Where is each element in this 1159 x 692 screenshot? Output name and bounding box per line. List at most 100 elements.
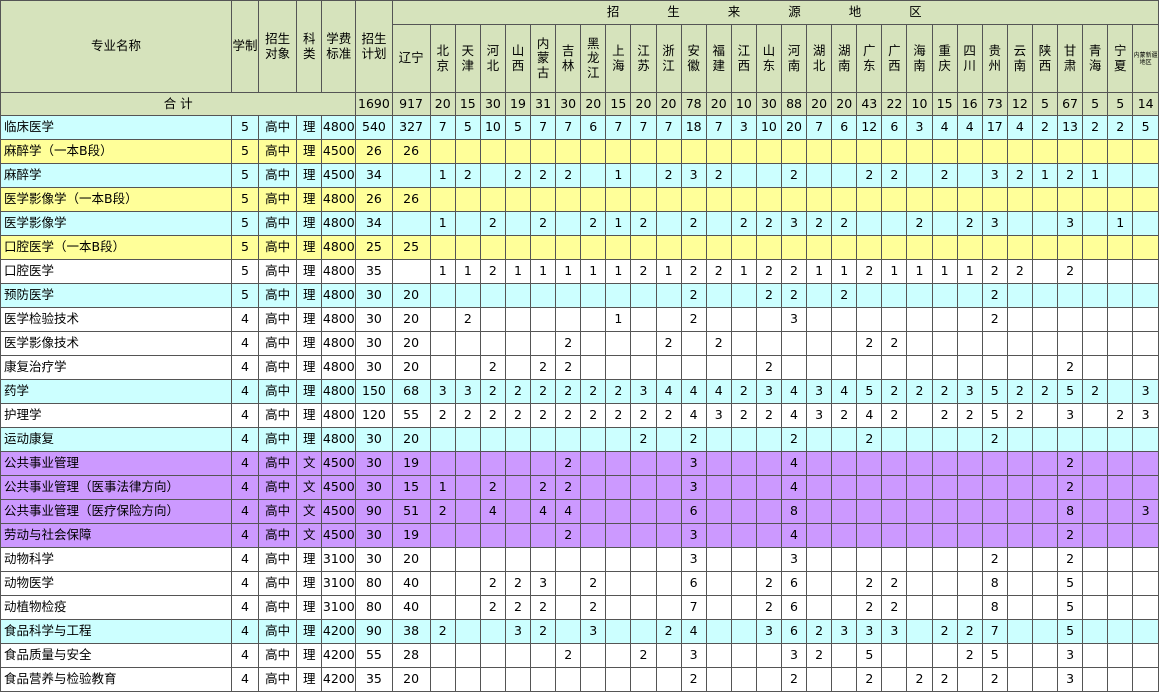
region-count-cell: 2 [931,619,958,644]
region-count-cell: 5 [1056,619,1084,644]
region-count-cell: 3 [630,379,657,404]
region-count-cell [931,499,958,524]
region-count-cell: 2 [555,643,582,668]
region-count-cell [1056,235,1084,260]
region-count-cell [655,307,682,332]
fee-cell: 4500 [321,499,357,524]
region-count-cell [730,427,757,452]
major-name-cell: 口腔医学 [0,259,232,284]
region-count-cell [454,139,481,164]
region-count-cell [1006,667,1033,692]
region-count-cell: 1 [1107,211,1134,236]
region-count-cell: 2 [605,379,632,404]
region-count-cell [881,307,908,332]
region-count-cell: 7 [806,115,833,140]
region-count-cell [655,187,682,212]
region-count-cell [1056,139,1084,164]
total-cell: 10 [730,92,757,116]
region-header: 湖北 [806,24,833,93]
region-count-cell [806,475,833,500]
region-count-cell [755,667,782,692]
region-count-cell [1132,595,1159,620]
region-count-cell: 51 [391,499,431,524]
category-cell: 理 [296,547,323,572]
region-count-cell [831,355,858,380]
region-count-cell [705,475,732,500]
table-row: 公共事业管理（医事法律方向） 4 高中文 4500 30 15 1 2 2 2 3 4 2 [0,475,1159,500]
region-count-cell: 2 [1056,475,1084,500]
region-count-cell [1031,451,1059,476]
region-count-cell [504,643,532,668]
major-name-cell: 麻醉学（一本B段） [0,139,232,164]
region-count-cell: 3 [1056,211,1084,236]
region-count-cell [881,475,908,500]
region-count-cell [479,523,506,548]
region-count-cell: 2 [780,427,808,452]
region-count-cell: 2 [1006,403,1033,428]
region-count-cell [429,571,456,596]
region-count-cell: 3 [680,643,707,668]
fee-cell: 4800 [321,187,357,212]
region-count-cell [931,451,958,476]
region-count-cell [831,163,858,188]
region-count-cell [856,187,883,212]
region-count-cell: 7 [981,619,1008,644]
region-count-cell: 26 [391,139,431,164]
region-count-cell: 2 [630,211,657,236]
region-count-cell: 4 [705,379,732,404]
region-count-cell: 2 [429,619,456,644]
plan-cell: 35 [355,259,393,284]
region-count-cell [730,187,757,212]
region-count-cell [906,451,933,476]
fee-cell: 4500 [321,451,357,476]
region-count-cell [730,331,757,356]
region-count-cell [705,619,732,644]
region-count-cell: 2 [956,619,983,644]
table-row: 食品营养与检验教育 4 高中理 4200 35 20 2 2 2 2 2 2 3 [0,667,1159,692]
region-count-cell [454,283,481,308]
region-count-cell [605,475,632,500]
region-count-cell: 8 [1056,499,1084,524]
region-count-cell: 1 [555,259,582,284]
region-count-cell: 2 [755,211,782,236]
region-count-cell [580,355,607,380]
region-count-cell [705,667,732,692]
region-count-cell: 2 [555,451,582,476]
region-count-cell [1006,523,1033,548]
region-count-cell: 2 [931,379,958,404]
region-count-cell [1132,427,1159,452]
duration-cell: 4 [230,499,260,524]
fee-cell: 4800 [321,403,357,428]
total-cell: 917 [391,92,431,116]
region-count-cell [479,235,506,260]
region-count-cell [454,355,481,380]
region-count-cell: 2 [856,163,883,188]
major-name-cell: 医学影像学（一本B段） [0,187,232,212]
region-count-cell [956,235,983,260]
region-count-cell: 6 [831,115,858,140]
region-count-cell [730,139,757,164]
region-count-cell [454,499,481,524]
table-row: 食品科学与工程 4 高中理 4200 90 38 2 3 2 3 2 4 3 6 2 3 3 3 2 2 7 5 [0,619,1159,644]
region-count-cell: 7 [605,115,632,140]
region-count-cell [705,451,732,476]
plan-cell: 540 [355,115,393,140]
total-cell: 5 [1082,92,1109,116]
fee-cell: 4800 [321,379,357,404]
region-count-cell [1082,547,1109,572]
region-count-cell [831,187,858,212]
region-count-cell [530,139,557,164]
region-count-cell [655,427,682,452]
region-count-cell [931,139,958,164]
region-count-cell [580,331,607,356]
region-count-cell [605,187,632,212]
region-count-cell [806,331,833,356]
region-count-cell: 2 [530,355,557,380]
region-count-cell [555,283,582,308]
region-count-cell: 2 [479,379,506,404]
region-count-cell: 1 [605,259,632,284]
region-count-cell [906,547,933,572]
region-count-cell [1107,571,1134,596]
region-count-cell: 1 [530,259,557,284]
region-count-cell [1107,451,1134,476]
